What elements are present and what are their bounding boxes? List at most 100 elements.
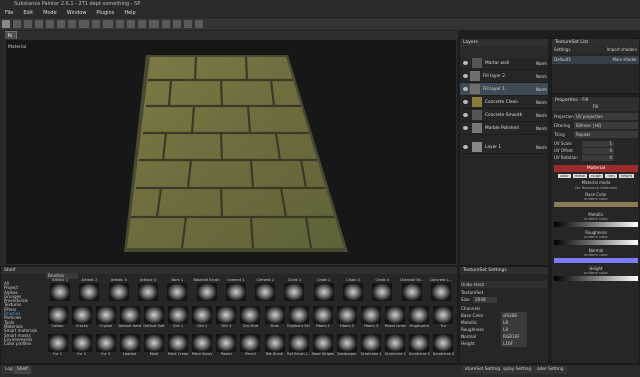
brush-item[interactable]: Artistic 2 (75, 278, 103, 304)
brush-item[interactable]: Cracks (70, 306, 93, 332)
brush-item[interactable]: Dust (263, 306, 286, 332)
brush-item[interactable]: Charcoal Br... (397, 278, 425, 304)
brush-item[interactable]: Default Hard (118, 306, 141, 332)
brush-item[interactable]: Mold (142, 334, 165, 360)
menu-plugins[interactable]: Plugins (91, 10, 119, 16)
brush-item[interactable]: Fur 1 (46, 334, 69, 360)
brush-item[interactable]: Dirt 3 (215, 306, 238, 332)
channel-format-select[interactable]: L8 (501, 326, 527, 333)
brush-item[interactable]: Basmati Brush (192, 278, 220, 304)
export-icon[interactable] (195, 20, 203, 28)
brush-item[interactable]: Pastel (215, 334, 238, 360)
picker-tool-icon[interactable] (68, 20, 76, 28)
import-shaders-button[interactable]: Import shaders (607, 46, 637, 53)
visibility-icon[interactable] (463, 113, 468, 117)
channel-format-select[interactable]: sRGB8 (501, 312, 527, 319)
brush-item[interactable]: Bark 1 (163, 278, 191, 304)
brush-item[interactable]: Cotton (46, 306, 69, 332)
brush-item[interactable]: Fur 3 (94, 334, 117, 360)
brush-item[interactable]: Fibers Lines (384, 306, 407, 332)
brush-item[interactable]: Dry Mud (239, 306, 262, 332)
menu-window[interactable]: Window (62, 10, 92, 16)
brush-item[interactable]: Pencil (239, 334, 262, 360)
brush-item[interactable]: Chalk 4 (368, 278, 396, 304)
brush-item[interactable]: Artistic 1 (46, 278, 74, 304)
tab-display-settings[interactable]: splay Setting (500, 366, 535, 374)
brush-item[interactable]: Fibers 3 (360, 306, 383, 332)
brush-item[interactable]: Leather (118, 334, 141, 360)
texset-item[interactable]: Default1 Main shader (552, 56, 639, 64)
visibility-icon[interactable] (463, 74, 468, 78)
brush-item[interactable]: Sandpaper (335, 334, 358, 360)
menu-file[interactable]: File (0, 10, 18, 16)
view-icon[interactable] (162, 20, 170, 28)
brush-item[interactable]: Road Stripes (311, 334, 334, 360)
channel-format-select[interactable]: L16F (501, 340, 527, 347)
channel-format-select[interactable]: L8 (501, 319, 527, 326)
roughness-slider[interactable] (554, 240, 638, 245)
menu-help[interactable]: Help (119, 10, 140, 16)
layer-row[interactable]: Marble Polished Norm (460, 122, 548, 135)
projection-select[interactable]: UV projection (574, 113, 638, 120)
brush-item[interactable]: Dirt 2 (191, 306, 214, 332)
lazy-mouse-icon[interactable] (103, 20, 113, 28)
smudge-tool-icon[interactable] (46, 20, 54, 28)
brush-flow-icon[interactable] (127, 20, 135, 28)
eraser-tool-icon[interactable] (13, 20, 21, 28)
symmetry-icon[interactable] (79, 20, 89, 28)
brush-item[interactable]: Chalk 3 (339, 278, 367, 304)
brush-item[interactable]: Fibers 1 (311, 306, 334, 332)
brush-item[interactable]: Cement 2 (251, 278, 279, 304)
brush-item[interactable]: Default Soft (142, 306, 165, 332)
shelf-category-item[interactable]: Color profiles (4, 341, 42, 346)
material-mode-value[interactable]: No Resource Selected (554, 185, 638, 190)
height-slider[interactable] (554, 276, 638, 281)
brush-item[interactable]: Dirt 1 (167, 306, 190, 332)
paint-tool-icon[interactable] (2, 20, 10, 28)
tab-textureset-settings[interactable]: xtureSet Setting (462, 366, 504, 374)
layer-row[interactable]: Mortar wall Norm (460, 57, 548, 70)
layer-row[interactable]: Concrete Clean Norm (460, 96, 548, 109)
uv-rotation-input[interactable]: 0 (582, 155, 614, 161)
brush-item[interactable]: Chalk 1 (280, 278, 308, 304)
brush-item[interactable]: Rot Brush (263, 334, 286, 360)
brush-item[interactable]: Cement 1 (222, 278, 250, 304)
brush-item[interactable]: Fibers 2 (335, 306, 358, 332)
brush-item[interactable]: Fur (432, 306, 455, 332)
brush-item[interactable]: Scratches 3 (408, 334, 431, 360)
brush-item[interactable]: Crystal (94, 306, 117, 332)
size-select[interactable]: 2048 (473, 297, 497, 303)
visibility-icon[interactable] (463, 61, 468, 65)
normal-swatch[interactable] (554, 258, 638, 263)
channel-metal-toggle[interactable]: metal (572, 174, 588, 178)
brush-item[interactable]: Paint Creep (167, 334, 190, 360)
layer-row[interactable]: Concrete Smooth Norm (460, 109, 548, 122)
visibility-icon[interactable] (463, 87, 468, 91)
texset-shader[interactable]: Main shader (612, 56, 637, 64)
filtering-select[interactable]: Bilinear | HQ (574, 122, 638, 129)
channel-color-toggle[interactable]: color (557, 174, 571, 178)
brush-item[interactable]: Paint Spray (191, 334, 214, 360)
brush-item[interactable]: Concrete L... (427, 278, 455, 304)
brush-size-icon[interactable] (116, 20, 124, 28)
visibility-icon[interactable] (463, 100, 468, 104)
uv-offset-input[interactable]: 0 (582, 148, 614, 154)
camera-icon[interactable] (149, 20, 159, 28)
brush-item[interactable]: Scratches 4 (432, 334, 455, 360)
brush-item[interactable]: Chalk 2 (310, 278, 338, 304)
layer-row[interactable]: Layer 1 Norm (460, 141, 548, 154)
brush-item[interactable]: Artistic 4 (134, 278, 162, 304)
menu-edit[interactable]: Edit (18, 10, 38, 16)
brush-item[interactable]: Scratches 1 (360, 334, 383, 360)
screenshot-icon[interactable] (184, 20, 192, 28)
visibility-icon[interactable] (463, 145, 468, 149)
tiling-select[interactable]: Repeat (574, 131, 638, 138)
brush-stroke-icon[interactable] (138, 20, 146, 28)
tab-shelf[interactable]: Shelf (14, 366, 31, 374)
channel-nrm-toggle[interactable]: nrm (605, 174, 617, 178)
brush-item[interactable]: Rot Brush L... (287, 334, 310, 360)
uv-scale-input[interactable]: 1 (582, 141, 614, 147)
layer-row[interactable]: Fill layer 2 Norm (460, 70, 548, 83)
layer-row[interactable]: Fill layer 1 Norm (460, 83, 548, 96)
menu-mode[interactable]: Mode (38, 10, 62, 16)
